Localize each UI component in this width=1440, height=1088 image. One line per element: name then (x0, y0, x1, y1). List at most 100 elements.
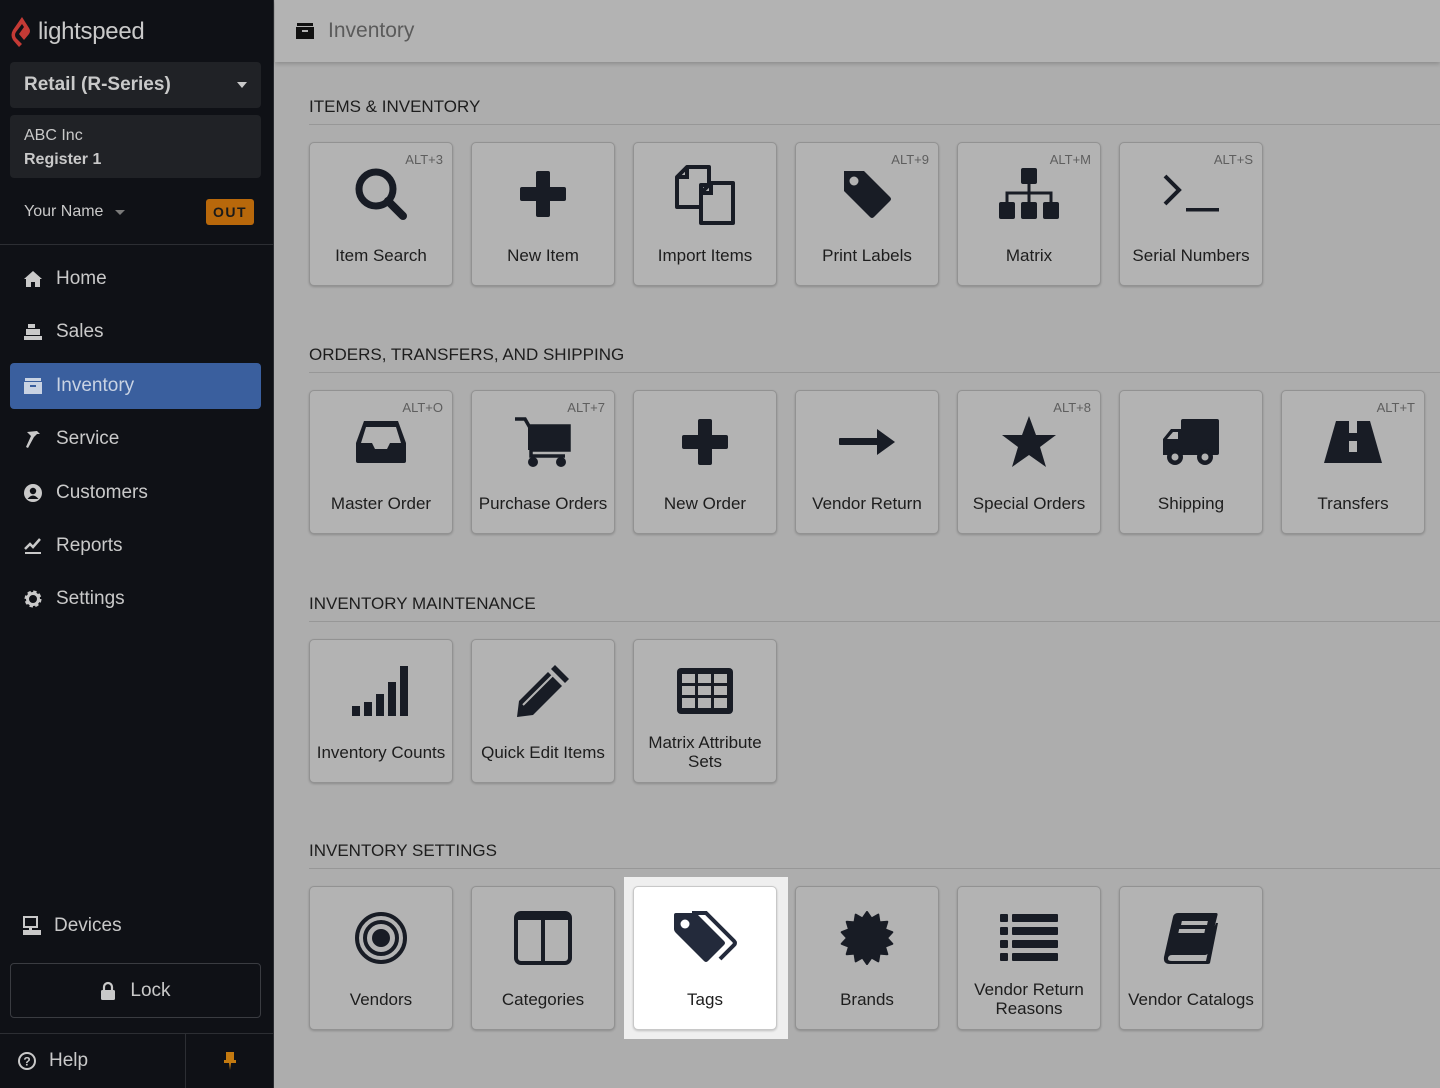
tile-label: New Item (507, 245, 579, 265)
section-inventory-maintenance: INVENTORY MAINTENANCE Inventory Counts Q… (309, 594, 1440, 783)
tile-label: Item Search (335, 245, 427, 265)
tile-special-orders[interactable]: ALT+8 Special Orders (957, 390, 1101, 534)
tile-new-item[interactable]: New Item (471, 142, 615, 286)
caret-down-icon (115, 209, 126, 215)
section-title: INVENTORY SETTINGS (309, 841, 1440, 869)
sidebar-nav: Home Sales Inventory Service Customers R… (10, 256, 261, 630)
list-icon (958, 907, 1100, 969)
table-grid-icon (634, 660, 776, 722)
cash-register-icon (22, 321, 44, 343)
devices-label: Devices (54, 915, 122, 936)
user-name: Your Name (24, 203, 104, 220)
tile-import-items[interactable]: Import Items (633, 142, 777, 286)
section-title: INVENTORY MAINTENANCE (309, 594, 1440, 622)
help-label: Help (49, 1050, 89, 1071)
sidebar-item-customers[interactable]: Customers (10, 470, 261, 516)
tile-purchase-orders[interactable]: ALT+7 Purchase Orders (471, 390, 615, 534)
tile-categories[interactable]: Categories (471, 886, 615, 1030)
sidebar-divider (0, 244, 274, 245)
tile-matrix[interactable]: ALT+M Matrix (957, 142, 1101, 286)
sidebar: lightspeed Retail (R-Series) ABC Inc Reg… (0, 0, 274, 1088)
sidebar-item-service[interactable]: Service (10, 416, 261, 462)
register-info[interactable]: ABC Inc Register 1 (10, 115, 261, 178)
section-title: ORDERS, TRANSFERS, AND SHIPPING (309, 345, 1440, 373)
signal-bars-icon (310, 660, 452, 722)
tag-icon (796, 163, 938, 225)
help-button[interactable]: ? Help (0, 1034, 186, 1088)
tile-quick-edit-items[interactable]: Quick Edit Items (471, 639, 615, 783)
tile-vendor-return[interactable]: Vendor Return (795, 390, 939, 534)
sidebar-item-settings[interactable]: Settings (10, 576, 261, 622)
lock-button[interactable]: Lock (10, 963, 261, 1018)
tile-label: Vendor Return Reasons (974, 980, 1084, 1018)
sidebar-item-label: Settings (56, 588, 125, 610)
tile-master-order[interactable]: ALT+O Master Order (309, 390, 453, 534)
sitemap-icon (958, 163, 1100, 225)
tile-label: Import Items (657, 245, 753, 265)
tile-label: Tags (687, 989, 723, 1009)
tile-label: Master Order (330, 493, 432, 513)
caret-down-icon (237, 82, 247, 88)
user-menu[interactable]: Your Name (24, 203, 126, 221)
tile-tags[interactable]: Tags (633, 886, 777, 1030)
tile-vendor-return-reasons[interactable]: Vendor Return Reasons (957, 886, 1101, 1030)
page-title: Inventory (328, 19, 415, 42)
section-inventory-settings: INVENTORY SETTINGS Vendors Categories Ta… (309, 841, 1440, 1030)
certificate-shape (840, 911, 894, 965)
tile-item-search[interactable]: ALT+3 Item Search (309, 142, 453, 286)
register-name: Register 1 (24, 151, 102, 168)
tile-shipping[interactable]: Shipping (1119, 390, 1263, 534)
tile-transfers[interactable]: ALT+T Transfers (1281, 390, 1425, 534)
gear-icon (22, 588, 44, 610)
sidebar-item-devices[interactable]: Devices (22, 908, 122, 944)
arrow-right-icon (796, 411, 938, 473)
terminal-icon (1120, 163, 1262, 225)
tile-label: Categories (501, 989, 585, 1009)
company-name: ABC Inc (24, 127, 83, 144)
lightspeed-logo[interactable]: lightspeed (10, 14, 145, 50)
tile-label: Purchase Orders (478, 493, 608, 513)
certificate-icon (796, 907, 938, 969)
tile-label: Inventory Counts (316, 742, 446, 762)
tile-brands[interactable]: Brands (795, 886, 939, 1030)
certificate-burst (840, 911, 894, 965)
tile-label: Vendor Catalogs (1128, 989, 1254, 1009)
pin-sidebar-button[interactable] (186, 1034, 274, 1088)
sidebar-item-label: Home (56, 268, 107, 289)
tile-vendors[interactable]: Vendors (309, 886, 453, 1030)
sidebar-item-sales[interactable]: Sales (10, 309, 261, 355)
lock-label: Lock (130, 979, 171, 1001)
tile-label: Transfers (1317, 493, 1389, 513)
question-circle-icon: ? (18, 1052, 36, 1070)
tile-vendor-catalogs[interactable]: Vendor Catalogs (1119, 886, 1263, 1030)
tile-label: New Order (663, 493, 747, 513)
home-icon (22, 268, 44, 290)
tile-matrix-attribute-sets[interactable]: Matrix Attribute Sets (633, 639, 777, 783)
tags-icon (634, 907, 776, 969)
sidebar-item-reports[interactable]: Reports (10, 523, 261, 569)
star-icon (958, 411, 1100, 473)
inbox-icon (310, 411, 452, 473)
user-circle-icon (22, 482, 44, 504)
svg-text:?: ? (23, 1055, 30, 1069)
tile-label: Serial Numbers (1132, 245, 1250, 265)
logo-text: lightspeed (38, 18, 145, 45)
clock-status-badge[interactable]: OUT (205, 199, 254, 225)
sidebar-item-label: Reports (56, 534, 123, 556)
sidebar-item-home[interactable]: Home (10, 256, 261, 302)
devices-icon (23, 916, 41, 935)
chart-line-icon (22, 535, 44, 557)
sidebar-item-label: Customers (56, 481, 148, 503)
book-icon (1120, 907, 1262, 969)
sidebar-item-inventory[interactable]: Inventory (10, 362, 261, 409)
tile-label: Shipping (1157, 493, 1225, 513)
files-icon (634, 163, 776, 225)
road-icon (1282, 411, 1424, 473)
sidebar-item-label: Inventory (56, 374, 135, 396)
tile-new-order[interactable]: New Order (633, 390, 777, 534)
tile-serial-numbers[interactable]: ALT+S Serial Numbers (1119, 142, 1263, 286)
product-selector[interactable]: Retail (R-Series) (10, 62, 261, 108)
tile-print-labels[interactable]: ALT+9 Print Labels (795, 142, 939, 286)
tile-inventory-counts[interactable]: Inventory Counts (309, 639, 453, 783)
sidebar-footer: ? Help (0, 1033, 274, 1088)
